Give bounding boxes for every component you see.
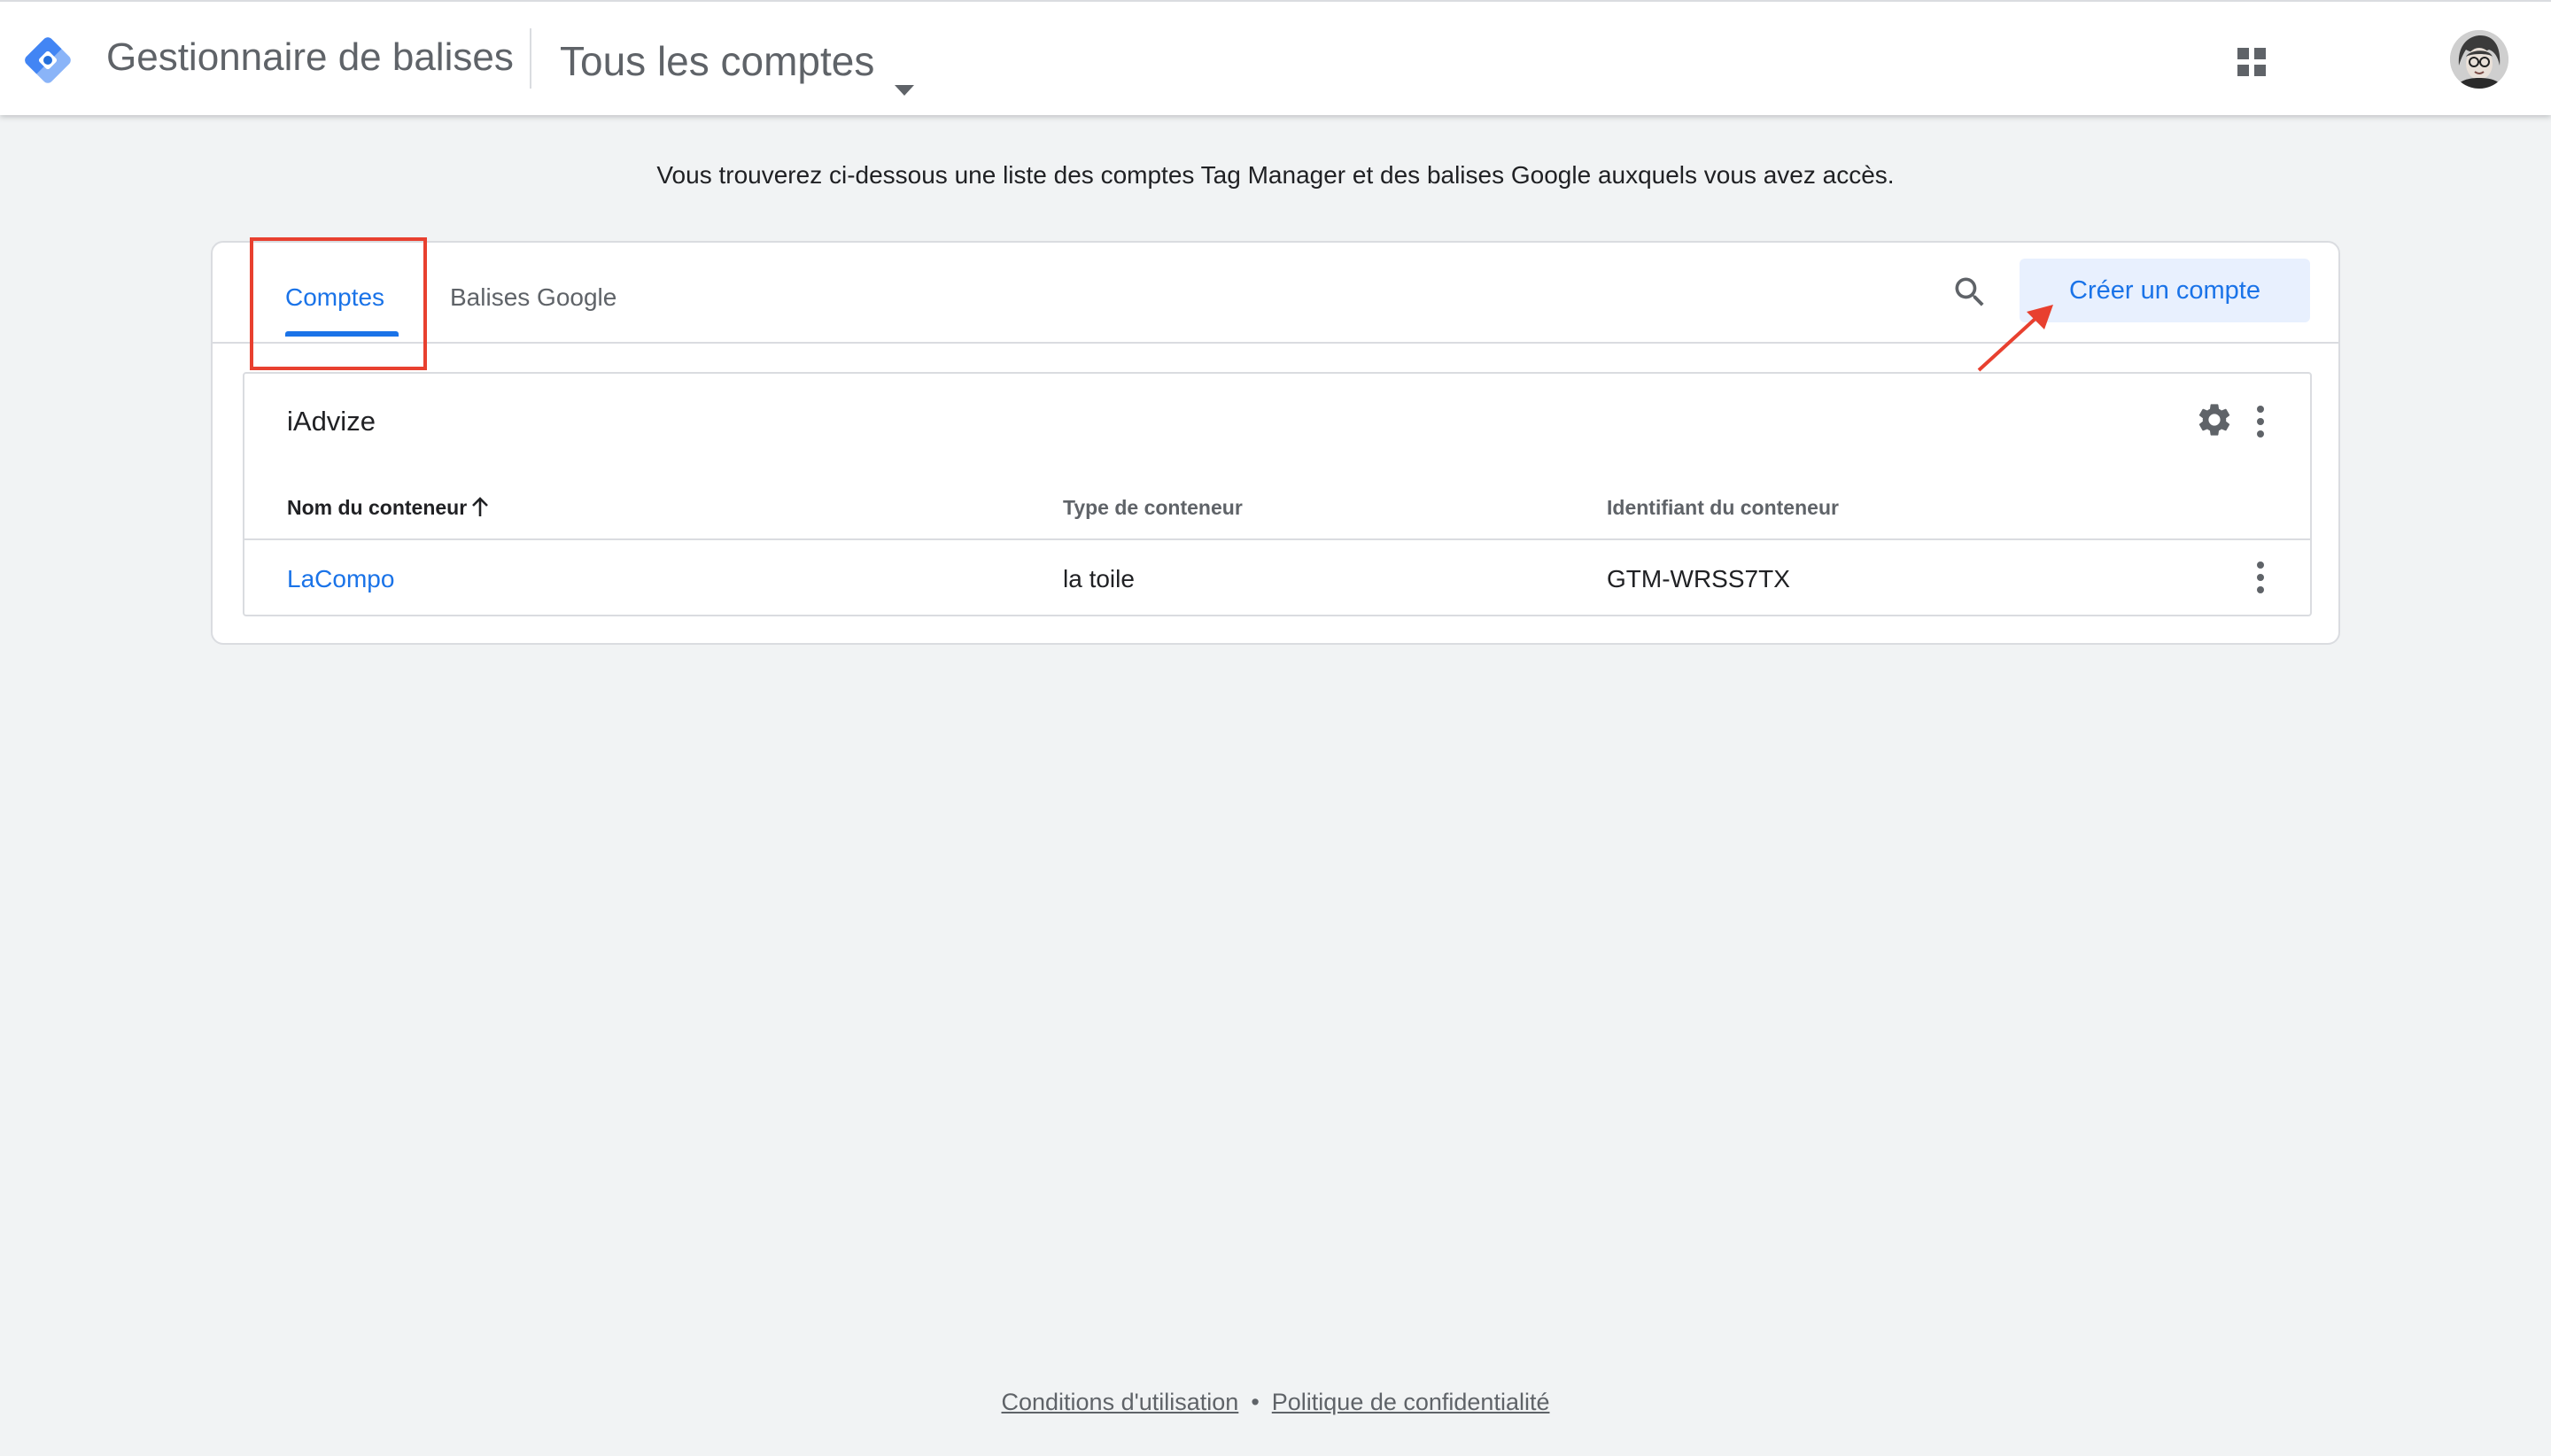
account-section: iAdvize Nom du conteneur Type de contene… (243, 372, 2312, 616)
apps-grid-icon[interactable] (2236, 46, 2268, 78)
container-id: GTM-WRSS7TX (1607, 565, 1790, 592)
tabs-row: Comptes Balises Google Créer un compte (213, 237, 2338, 370)
avatar-photo-icon (2450, 30, 2508, 89)
active-tab-indicator (285, 331, 399, 337)
arrow-up-icon (472, 497, 489, 516)
tab-balises-google[interactable]: Balises Google (450, 283, 616, 312)
caret-down-icon (895, 85, 914, 96)
column-header-type[interactable]: Type de conteneur (1063, 496, 1243, 520)
account-name: iAdvize (287, 406, 376, 437)
privacy-link[interactable]: Politique de confidentialité (1272, 1389, 1550, 1415)
container-type: la toile (1063, 565, 1135, 592)
create-account-button[interactable]: Créer un compte (2020, 259, 2310, 322)
tab-comptes-label: Comptes (285, 283, 385, 311)
accounts-card: Comptes Balises Google Créer un compte i… (211, 237, 2340, 645)
table-divider (244, 538, 2310, 540)
product-name[interactable]: Gestionnaire de balises (106, 35, 514, 80)
tag-manager-logo-icon[interactable] (19, 32, 76, 89)
app-bar: Gestionnaire de balises Tous les comptes (0, 0, 2551, 115)
account-picker-label: Tous les comptes (560, 38, 875, 84)
search-icon[interactable] (1950, 273, 1989, 312)
appbar-divider (530, 28, 531, 89)
row-more-vert-icon[interactable] (2255, 560, 2266, 595)
avatar[interactable] (2450, 30, 2508, 89)
intro-text: Vous trouverez ci-dessous une liste des … (656, 161, 1895, 189)
footer-separator: • (1251, 1389, 1260, 1415)
column-header-id[interactable]: Identifiant du conteneur (1607, 496, 1839, 520)
gear-icon[interactable] (2195, 400, 2234, 439)
column-header-name-label: Nom du conteneur (287, 496, 468, 519)
account-picker[interactable]: Tous les comptes (560, 37, 932, 99)
tab-comptes[interactable]: Comptes (285, 283, 399, 337)
terms-link[interactable]: Conditions d'utilisation (1002, 1389, 1239, 1415)
column-header-name[interactable]: Nom du conteneur (287, 496, 490, 520)
container-name-link[interactable]: LaCompo (287, 565, 394, 593)
footer: Conditions d'utilisation • Politique de co… (0, 1389, 2551, 1416)
account-more-vert-icon[interactable] (2255, 404, 2266, 439)
